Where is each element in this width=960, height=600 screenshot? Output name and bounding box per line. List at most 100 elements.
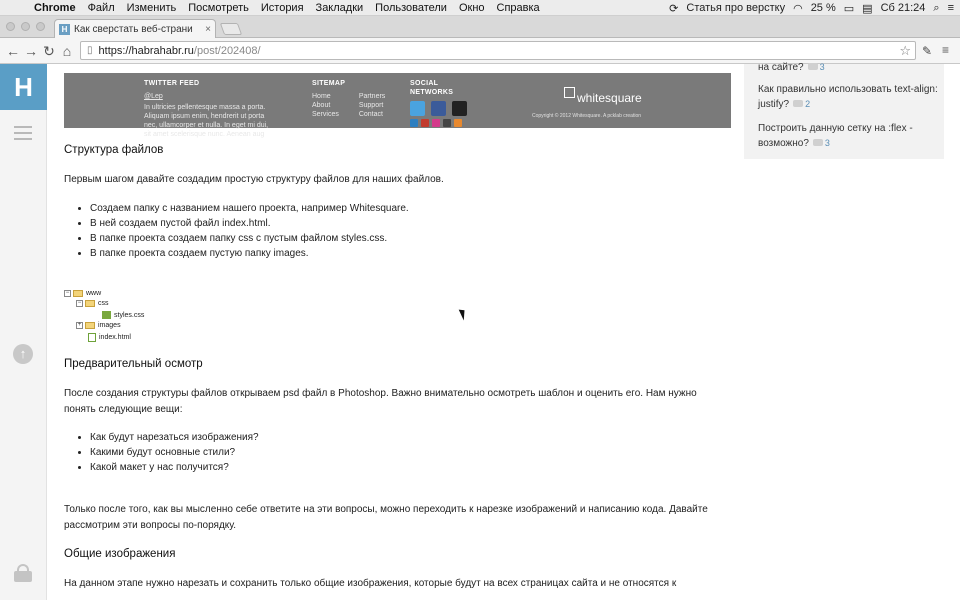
- address-bar[interactable]: ▯ https://habrahabr.ru /post/202408/ ☆: [80, 41, 916, 60]
- related-question-text: Построить данную сетку на :flex - возмож…: [758, 123, 913, 149]
- menu-edit[interactable]: Изменить: [121, 2, 183, 14]
- close-window-icon[interactable]: [6, 22, 15, 31]
- folder-icon: [85, 322, 95, 329]
- chrome-menu-icon[interactable]: ≡: [942, 43, 949, 57]
- tab-close-icon[interactable]: ×: [205, 24, 211, 35]
- menu-window[interactable]: Окно: [453, 2, 491, 14]
- folder-icon: [85, 300, 95, 307]
- social-networks-block: SOCIAL NETWORKS: [410, 79, 480, 127]
- twitter-feed-block: TWITTER FEED @Lep In ultricies pellentes…: [144, 79, 274, 139]
- zoom-window-icon[interactable]: [36, 22, 45, 31]
- google-icon: [421, 119, 429, 127]
- twitter-icon: [410, 101, 425, 116]
- css-file-icon: [102, 311, 111, 319]
- flag-icon[interactable]: ▤: [862, 2, 872, 15]
- structure-list: Создаем папку с названием нашего проекта…: [64, 201, 724, 261]
- minimize-window-icon[interactable]: [21, 22, 30, 31]
- sitemap-block: SITEMAP Home About Services Partners Sup…: [312, 79, 402, 119]
- social-title: SOCIAL NETWORKS: [410, 80, 454, 96]
- menu-bookmarks[interactable]: Закладки: [310, 2, 370, 14]
- twitter-text: In ultricies pellentesque massa a porta.…: [144, 104, 269, 138]
- list-item: Создаем папку с названием нашего проекта…: [90, 201, 724, 216]
- comments-icon: [793, 100, 804, 107]
- new-tab-button[interactable]: [219, 23, 243, 35]
- facebook-icon: [431, 101, 446, 116]
- menu-app-chrome[interactable]: Chrome: [28, 2, 82, 14]
- github-icon: [443, 119, 451, 127]
- heading-structure: Структура файлов: [64, 144, 164, 156]
- wifi-icon[interactable]: ◠: [793, 2, 803, 15]
- twitter-feed-title: TWITTER FEED: [144, 80, 200, 87]
- comments-icon: [807, 63, 818, 70]
- sitemap-link: Home: [312, 93, 331, 100]
- hamburger-menu-icon[interactable]: [14, 126, 32, 144]
- comments-icon: [812, 139, 823, 146]
- extension-icon[interactable]: ✎: [922, 44, 932, 58]
- list-item: В папке проекта создаем папку css с пуст…: [90, 231, 724, 246]
- scroll-up-icon[interactable]: ↑: [13, 344, 33, 364]
- list-item: В ней создаем пустой файл index.html.: [90, 216, 724, 231]
- sitemap-link: Partners: [358, 93, 386, 100]
- heading-preview: Предварительный осмотр: [64, 358, 203, 370]
- paragraph-after: Только после того, как вы мысленно себе …: [64, 504, 708, 531]
- forward-arrow-icon[interactable]: →: [22, 42, 40, 60]
- related-question-text: Как правильно использовать text-align: j…: [758, 84, 938, 110]
- related-questions-box: на сайте? 3 Как правильно использовать te…: [744, 62, 944, 159]
- home-icon[interactable]: ⌂: [58, 42, 76, 60]
- left-sidebar: H ↑: [0, 64, 47, 600]
- tree-index: index.html: [99, 334, 131, 341]
- sync-icon[interactable]: ⟳: [669, 2, 678, 15]
- whitesquare-logo: whitesquare: [564, 87, 642, 105]
- menu-users[interactable]: Пользователи: [369, 2, 453, 14]
- paragraph-structure: Первым шагом давайте создадим простую ст…: [64, 174, 444, 185]
- tree-styles: styles.css: [114, 311, 145, 319]
- related-question-text: на сайте?: [758, 62, 804, 73]
- footer-preview-image: TWITTER FEED @Lep In ultricies pellentes…: [64, 73, 731, 138]
- menu-history[interactable]: История: [255, 2, 310, 14]
- battery-icon[interactable]: ▭: [844, 2, 854, 15]
- reload-icon[interactable]: ↻: [40, 42, 58, 60]
- url-host: https://habrahabr.ru: [98, 44, 194, 57]
- back-arrow-icon[interactable]: ←: [4, 42, 22, 60]
- sitemap-link: Contact: [358, 111, 383, 118]
- dribbble-icon: [432, 119, 440, 127]
- spotlight-icon[interactable]: ⌕: [933, 2, 939, 15]
- clock[interactable]: Сб 21:24: [881, 2, 926, 14]
- menubar-status-text[interactable]: Статья про верстку: [686, 2, 785, 14]
- browser-tab[interactable]: H Как сверстать веб-страни ×: [54, 19, 216, 38]
- lock-icon[interactable]: [14, 564, 32, 582]
- menu-view[interactable]: Посмотреть: [182, 2, 255, 14]
- list-item: Какими будут основные стили?: [90, 445, 724, 460]
- brand-name: whitesquare: [577, 91, 642, 105]
- list-item: Как будут нарезаться изображения?: [90, 430, 724, 445]
- related-question-link[interactable]: на сайте? 3: [758, 60, 943, 75]
- related-question-link[interactable]: Как правильно использовать text-align: j…: [758, 82, 943, 112]
- tree-images: images: [98, 322, 121, 329]
- copyright: Copyright © 2012 Whitesquare. A pcklab c…: [532, 113, 642, 119]
- menu-help[interactable]: Справка: [491, 2, 546, 14]
- menubar-status: ⟳ Статья про верстку ◠ 25 % ▭ ▤ Сб 21:24…: [669, 0, 954, 16]
- html-file-icon: [88, 333, 96, 342]
- url-path: /post/202408/: [193, 44, 261, 57]
- macos-menubar: Chrome Файл Изменить Посмотреть История …: [0, 0, 960, 16]
- tab-title: Как сверстать веб-страни: [74, 23, 193, 35]
- comment-count: 3: [824, 138, 830, 148]
- sitemap-link: Support: [358, 102, 384, 109]
- flickr-icon: [452, 101, 467, 116]
- file-tree-image: − www − css styles.css + images index.html: [64, 290, 145, 342]
- vimeo-icon: [410, 119, 418, 127]
- comment-count: 3: [819, 62, 825, 72]
- menu-file[interactable]: Файл: [82, 2, 121, 14]
- notification-icon[interactable]: ≡: [948, 2, 954, 14]
- heading-images: Общие изображения: [64, 548, 176, 560]
- habr-logo[interactable]: H: [0, 64, 47, 110]
- sitemap-title: SITEMAP: [312, 80, 346, 87]
- tab-strip: H Как сверстать веб-страни ×: [0, 16, 960, 38]
- tree-css: css: [98, 300, 109, 307]
- related-question-link[interactable]: Построить данную сетку на :flex - возмож…: [758, 121, 943, 151]
- bookmark-star-icon[interactable]: ☆: [899, 43, 911, 59]
- twitter-user: @Lep: [144, 93, 163, 100]
- battery-percent[interactable]: 25 %: [811, 2, 836, 14]
- page-info-icon[interactable]: ▯: [87, 45, 93, 56]
- article-content: TWITTER FEED @Lep In ultricies pellentes…: [64, 64, 734, 600]
